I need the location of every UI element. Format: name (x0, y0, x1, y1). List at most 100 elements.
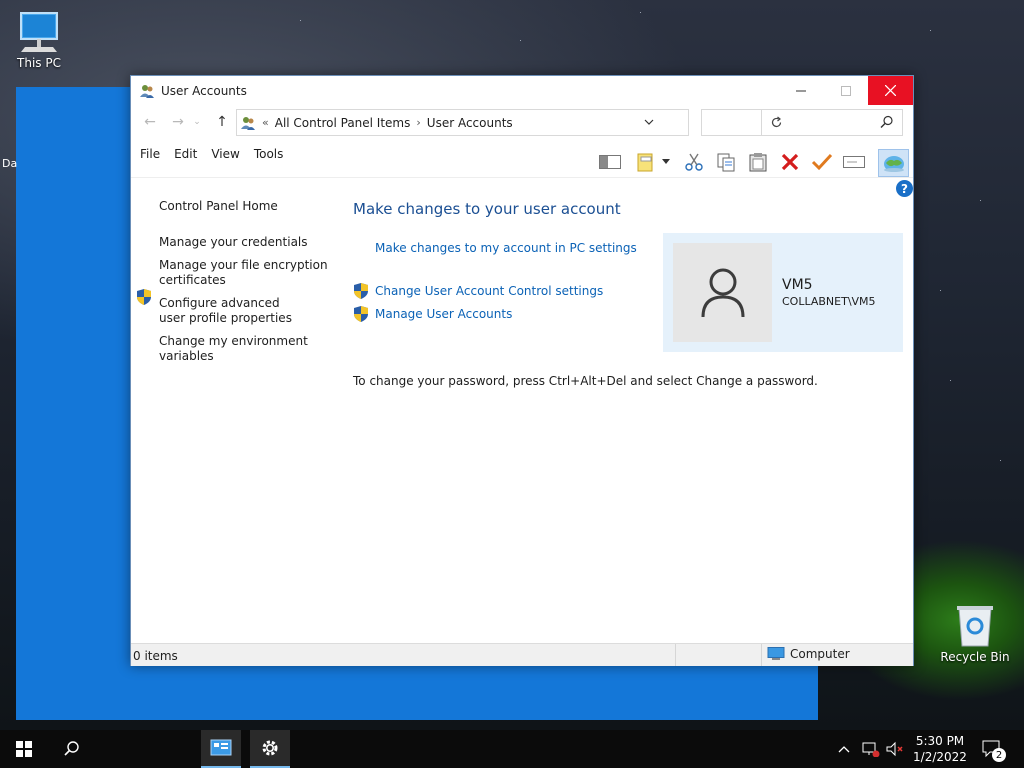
zone-label: Computer (790, 647, 850, 661)
web-view-button[interactable] (878, 149, 909, 177)
window-title: User Accounts (161, 83, 247, 98)
search-input[interactable] (701, 109, 903, 136)
volume-status[interactable] (886, 730, 906, 768)
network-status[interactable] (862, 730, 882, 768)
rename-box-icon (843, 156, 865, 168)
windows-logo-icon (16, 741, 32, 757)
folder-icon (637, 153, 653, 172)
computer-icon (767, 647, 785, 660)
menu-tools[interactable]: Tools (254, 147, 284, 161)
recycle-bin-icon (940, 602, 1010, 650)
maximize-icon (840, 85, 851, 96)
copy-icon (717, 153, 735, 172)
user-silhouette-icon (701, 268, 744, 317)
manage-credentials-link[interactable]: Manage your credentials (159, 235, 329, 250)
forward-arrow-icon: → (172, 114, 184, 130)
title-bar[interactable]: User Accounts (131, 76, 913, 105)
status-zone: Computer (767, 647, 850, 661)
back-arrow-icon: ← (144, 114, 156, 130)
chevron-up-icon (838, 746, 850, 753)
status-divider (675, 644, 676, 666)
pane-layout-icon (599, 155, 621, 169)
breadcrumb-separator-icon: › (416, 116, 421, 129)
up-button[interactable]: ↑ (209, 109, 235, 135)
desktop-icon-label: This PC (17, 56, 61, 70)
globe-icon (883, 156, 904, 172)
address-bar[interactable]: « All Control Panel Items › User Account… (236, 109, 781, 136)
user-account-card: VM5 COLLABNET\VM5 (663, 233, 903, 352)
uac-settings-link[interactable]: Change User Account Control settings (375, 284, 603, 298)
search-icon (880, 115, 893, 128)
user-accounts-window: User Accounts ← → ⌄ ↑ « All Control Pane… (130, 75, 914, 666)
manage-user-accounts-link[interactable]: Manage User Accounts (375, 307, 512, 321)
cut-button[interactable] (681, 149, 707, 175)
system-clock[interactable]: 5:30 PM 1/2/2022 (905, 733, 975, 765)
layout-pane-button[interactable] (597, 149, 623, 175)
network-disconnected-icon (862, 742, 880, 757)
scissors-icon (685, 153, 703, 171)
status-bar: 0 items Computer (131, 643, 913, 666)
paste-button[interactable] (745, 149, 771, 175)
change-environment-variables-link[interactable]: Change my environment variables (159, 334, 309, 364)
password-instructions: To change your password, press Ctrl+Alt+… (353, 374, 818, 388)
uac-shield-icon (137, 289, 151, 305)
close-icon (885, 85, 896, 96)
back-button[interactable]: ← (137, 109, 163, 135)
minimize-button[interactable] (778, 76, 823, 105)
menu-view[interactable]: View (211, 147, 239, 161)
search-button[interactable] (48, 730, 96, 768)
delete-button[interactable] (777, 149, 803, 175)
avatar (673, 243, 772, 342)
taskbar-settings[interactable] (250, 730, 290, 768)
item-count: 0 items (133, 649, 178, 663)
clock-time: 5:30 PM (915, 734, 965, 748)
chevron-down-icon[interactable] (644, 115, 654, 129)
close-button[interactable] (868, 76, 913, 105)
action-center-button[interactable]: 2 (982, 730, 1006, 768)
search-icon (64, 741, 79, 756)
start-button[interactable] (0, 730, 48, 768)
pc-settings-link[interactable]: Make changes to my account in PC setting… (375, 241, 637, 255)
dropdown-arrow-icon (662, 159, 670, 164)
properties-button[interactable] (809, 149, 835, 175)
minimize-icon (795, 90, 806, 91)
menu-edit[interactable]: Edit (174, 147, 197, 161)
uac-shield-icon (354, 283, 368, 299)
chevron-down-icon: ⌄ (193, 117, 201, 127)
notification-count-badge: 2 (992, 748, 1006, 762)
folder-options-button[interactable] (633, 149, 659, 175)
user-name: VM5 (782, 277, 813, 293)
desktop-icon-recycle-bin[interactable]: Recycle Bin (940, 602, 1010, 664)
menu-file[interactable]: File (140, 147, 160, 161)
desktop-icon-this-pc[interactable]: This PC (4, 8, 74, 70)
recent-locations-button[interactable]: ⌄ (189, 109, 205, 135)
user-accounts-icon (140, 84, 154, 98)
taskbar: 5:30 PM 1/2/2022 2 (0, 730, 1024, 768)
clock-date: 1/2/2022 (913, 750, 967, 764)
manage-encryption-certificates-link[interactable]: Manage your file encryption certificates (159, 258, 329, 288)
user-domain: COLLABNET\VM5 (782, 295, 876, 308)
desktop-icon-label: Recycle Bin (940, 650, 1010, 664)
breadcrumb-item[interactable]: All Control Panel Items (275, 116, 411, 130)
breadcrumb-overflow[interactable]: « (262, 116, 269, 129)
computer-icon (4, 8, 74, 56)
paste-icon (749, 153, 767, 172)
control-panel-home-link[interactable]: Control Panel Home (159, 199, 278, 214)
checkmark-icon (811, 153, 833, 171)
maximize-button[interactable] (823, 76, 868, 105)
user-accounts-icon (241, 116, 255, 130)
copy-button[interactable] (713, 149, 739, 175)
delete-x-icon (781, 153, 799, 171)
page-title: Make changes to your user account (353, 200, 621, 218)
forward-button[interactable]: → (165, 109, 191, 135)
taskbar-control-panel[interactable] (201, 730, 241, 768)
breadcrumb-item[interactable]: User Accounts (427, 116, 513, 130)
folder-options-dropdown[interactable] (659, 149, 673, 175)
content-area: Control Panel Home Manage your credentia… (131, 177, 913, 643)
show-hidden-icons-button[interactable] (838, 730, 856, 768)
up-arrow-icon: ↑ (216, 114, 228, 130)
rename-button[interactable] (841, 149, 867, 175)
configure-profile-properties-link[interactable]: Configure advanced user profile properti… (159, 296, 309, 326)
gear-icon (262, 740, 278, 756)
uac-shield-icon (354, 306, 368, 322)
